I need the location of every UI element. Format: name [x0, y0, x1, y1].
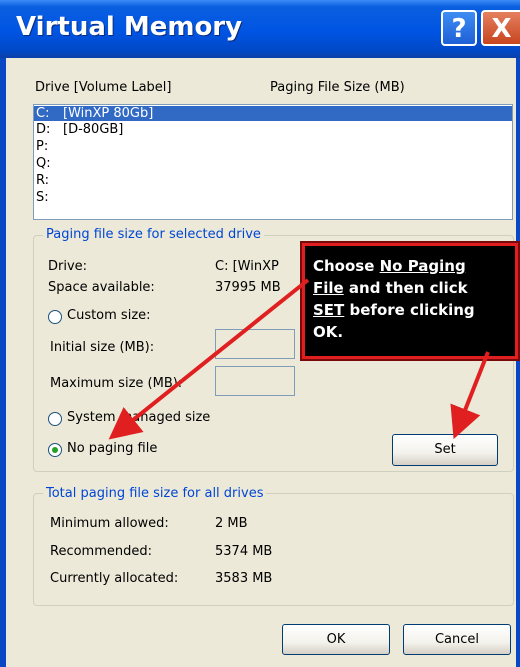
annotation-arrows: [108, 278, 490, 440]
arrow-to-set: [450, 351, 490, 440]
virtual-memory-dialog: Virtual Memory ? X Drive [Volume Label] …: [0, 0, 520, 667]
arrow-to-no-paging: [108, 278, 310, 440]
